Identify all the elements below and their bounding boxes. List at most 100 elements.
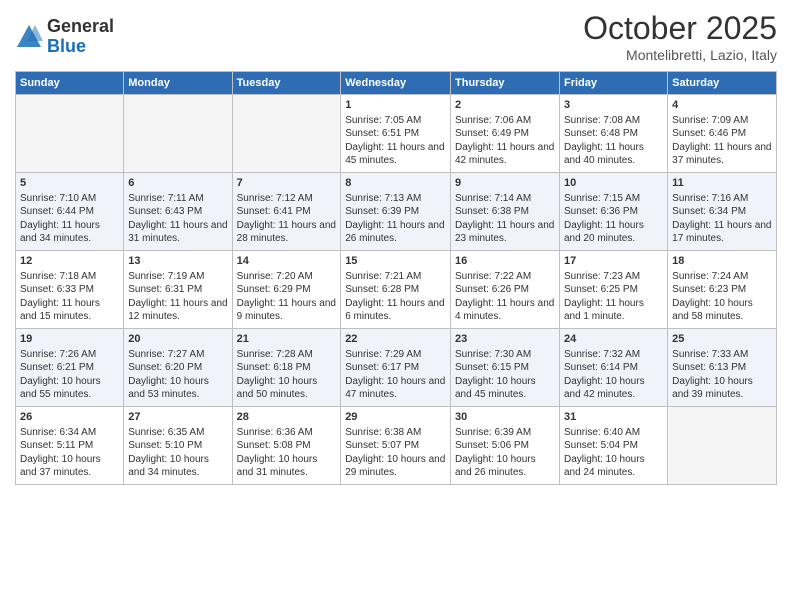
day-header-row: SundayMondayTuesdayWednesdayThursdayFrid… — [16, 72, 777, 95]
day-info: Sunrise: 7:09 AM Sunset: 6:46 PM Dayligh… — [672, 115, 771, 167]
calendar-cell: 30 Sunrise: 6:39 AM Sunset: 5:06 PM Dayli… — [451, 407, 560, 485]
day-number: 29 — [345, 410, 446, 425]
day-info: Sunrise: 7:30 AM Sunset: 6:15 PM Dayligh… — [455, 349, 536, 401]
day-info: Sunrise: 7:14 AM Sunset: 6:38 PM Dayligh… — [455, 193, 554, 245]
calendar-cell — [668, 407, 777, 485]
day-info: Sunrise: 7:24 AM Sunset: 6:23 PM Dayligh… — [672, 271, 753, 323]
day-info: Sunrise: 6:34 AM Sunset: 5:11 PM Dayligh… — [20, 427, 101, 479]
day-number: 11 — [672, 176, 772, 191]
calendar-cell: 8Sunrise: 7:13 AM Sunset: 6:39 PM Daylig… — [341, 173, 451, 251]
logo-icon — [15, 23, 43, 51]
day-number: 24 — [564, 332, 663, 347]
calendar-cell: 29 Sunrise: 6:38 AM Sunset: 5:07 PM Dayli… — [341, 407, 451, 485]
calendar-cell: 23 Sunrise: 7:30 AM Sunset: 6:15 PM Dayli… — [451, 329, 560, 407]
day-info: Sunrise: 7:05 AM Sunset: 6:51 PM Dayligh… — [345, 115, 444, 167]
calendar-cell: 16Sunrise: 7:22 AM Sunset: 6:26 PM Dayli… — [451, 251, 560, 329]
calendar-body: 1 Sunrise: 7:05 AM Sunset: 6:51 PM Daylig… — [16, 95, 777, 485]
day-number: 1 — [345, 98, 446, 113]
day-number: 3 — [564, 98, 663, 113]
calendar-cell: 15Sunrise: 7:21 AM Sunset: 6:28 PM Dayli… — [341, 251, 451, 329]
calendar-cell: 25Sunrise: 7:33 AM Sunset: 6:13 PM Dayli… — [668, 329, 777, 407]
calendar-cell — [232, 95, 341, 173]
logo-general: General — [47, 16, 114, 36]
calendar-week-row: 19 Sunrise: 7:26 AM Sunset: 6:21 PM Dayli… — [16, 329, 777, 407]
day-of-week-header: Tuesday — [232, 72, 341, 95]
day-info: Sunrise: 6:38 AM Sunset: 5:07 PM Dayligh… — [345, 427, 445, 479]
calendar-cell: 21 Sunrise: 7:28 AM Sunset: 6:18 PM Dayli… — [232, 329, 341, 407]
calendar-week-row: 1 Sunrise: 7:05 AM Sunset: 6:51 PM Daylig… — [16, 95, 777, 173]
day-number: 23 — [455, 332, 555, 347]
day-number: 4 — [672, 98, 772, 113]
day-number: 27 — [128, 410, 227, 425]
day-number: 5 — [20, 176, 119, 191]
day-info: Sunrise: 7:26 AM Sunset: 6:21 PM Dayligh… — [20, 349, 101, 401]
header: General Blue October 2025 Montelibretti,… — [15, 10, 777, 63]
day-number: 6 — [128, 176, 227, 191]
calendar-cell: 26Sunrise: 6:34 AM Sunset: 5:11 PM Dayli… — [16, 407, 124, 485]
day-number: 12 — [20, 254, 119, 269]
day-number: 22 — [345, 332, 446, 347]
calendar-cell: 20 Sunrise: 7:27 AM Sunset: 6:20 PM Dayli… — [124, 329, 232, 407]
calendar-cell: 14 Sunrise: 7:20 AM Sunset: 6:29 PM Dayli… — [232, 251, 341, 329]
day-info: Sunrise: 7:32 AM Sunset: 6:14 PM Dayligh… — [564, 349, 645, 401]
calendar-header: SundayMondayTuesdayWednesdayThursdayFrid… — [16, 72, 777, 95]
day-number: 16 — [455, 254, 555, 269]
calendar-cell: 24 Sunrise: 7:32 AM Sunset: 6:14 PM Dayli… — [559, 329, 667, 407]
calendar-cell: 31Sunrise: 6:40 AM Sunset: 5:04 PM Dayli… — [559, 407, 667, 485]
calendar-cell — [124, 95, 232, 173]
day-number: 30 — [455, 410, 555, 425]
day-info: Sunrise: 6:39 AM Sunset: 5:06 PM Dayligh… — [455, 427, 536, 479]
calendar-cell: 13 Sunrise: 7:19 AM Sunset: 6:31 PM Dayli… — [124, 251, 232, 329]
day-info: Sunrise: 7:16 AM Sunset: 6:34 PM Dayligh… — [672, 193, 771, 245]
calendar-cell: 19 Sunrise: 7:26 AM Sunset: 6:21 PM Dayli… — [16, 329, 124, 407]
day-info: Sunrise: 7:27 AM Sunset: 6:20 PM Dayligh… — [128, 349, 209, 401]
title-block: October 2025 Montelibretti, Lazio, Italy — [583, 10, 777, 63]
logo: General Blue — [15, 17, 114, 57]
day-number: 31 — [564, 410, 663, 425]
calendar-cell: 7 Sunrise: 7:12 AM Sunset: 6:41 PM Daylig… — [232, 173, 341, 251]
day-info: Sunrise: 6:36 AM Sunset: 5:08 PM Dayligh… — [237, 427, 318, 479]
day-number: 14 — [237, 254, 337, 269]
calendar-cell: 4 Sunrise: 7:09 AM Sunset: 6:46 PM Daylig… — [668, 95, 777, 173]
day-number: 17 — [564, 254, 663, 269]
day-of-week-header: Friday — [559, 72, 667, 95]
day-of-week-header: Sunday — [16, 72, 124, 95]
day-info: Sunrise: 7:15 AM Sunset: 6:36 PM Dayligh… — [564, 193, 644, 245]
calendar-cell: 10 Sunrise: 7:15 AM Sunset: 6:36 PM Dayli… — [559, 173, 667, 251]
calendar-cell: 3Sunrise: 7:08 AM Sunset: 6:48 PM Daylig… — [559, 95, 667, 173]
day-number: 21 — [237, 332, 337, 347]
calendar-cell: 17Sunrise: 7:23 AM Sunset: 6:25 PM Dayli… — [559, 251, 667, 329]
day-number: 10 — [564, 176, 663, 191]
day-info: Sunrise: 6:35 AM Sunset: 5:10 PM Dayligh… — [128, 427, 209, 479]
day-info: Sunrise: 7:13 AM Sunset: 6:39 PM Dayligh… — [345, 193, 444, 245]
calendar-cell: 2Sunrise: 7:06 AM Sunset: 6:49 PM Daylig… — [451, 95, 560, 173]
day-info: Sunrise: 7:20 AM Sunset: 6:29 PM Dayligh… — [237, 271, 336, 323]
calendar-week-row: 12Sunrise: 7:18 AM Sunset: 6:33 PM Dayli… — [16, 251, 777, 329]
day-of-week-header: Saturday — [668, 72, 777, 95]
day-of-week-header: Wednesday — [341, 72, 451, 95]
day-info: Sunrise: 7:12 AM Sunset: 6:41 PM Dayligh… — [237, 193, 336, 245]
calendar-cell: 18 Sunrise: 7:24 AM Sunset: 6:23 PM Dayli… — [668, 251, 777, 329]
day-number: 25 — [672, 332, 772, 347]
day-number: 7 — [237, 176, 337, 191]
location: Montelibretti, Lazio, Italy — [583, 47, 777, 63]
page: General Blue October 2025 Montelibretti,… — [0, 0, 792, 612]
day-info: Sunrise: 7:29 AM Sunset: 6:17 PM Dayligh… — [345, 349, 445, 401]
calendar-cell: 22 Sunrise: 7:29 AM Sunset: 6:17 PM Dayli… — [341, 329, 451, 407]
day-info: Sunrise: 7:06 AM Sunset: 6:49 PM Dayligh… — [455, 115, 554, 167]
day-of-week-header: Monday — [124, 72, 232, 95]
day-number: 13 — [128, 254, 227, 269]
day-number: 19 — [20, 332, 119, 347]
day-of-week-header: Thursday — [451, 72, 560, 95]
day-number: 20 — [128, 332, 227, 347]
calendar-cell: 9 Sunrise: 7:14 AM Sunset: 6:38 PM Daylig… — [451, 173, 560, 251]
calendar-week-row: 26Sunrise: 6:34 AM Sunset: 5:11 PM Dayli… — [16, 407, 777, 485]
day-info: Sunrise: 7:19 AM Sunset: 6:31 PM Dayligh… — [128, 271, 227, 323]
calendar-table: SundayMondayTuesdayWednesdayThursdayFrid… — [15, 71, 777, 485]
logo-text: General Blue — [47, 17, 114, 57]
day-info: Sunrise: 7:28 AM Sunset: 6:18 PM Dayligh… — [237, 349, 318, 401]
month-title: October 2025 — [583, 10, 777, 47]
day-number: 18 — [672, 254, 772, 269]
day-number: 9 — [455, 176, 555, 191]
day-info: Sunrise: 7:10 AM Sunset: 6:44 PM Dayligh… — [20, 193, 100, 245]
